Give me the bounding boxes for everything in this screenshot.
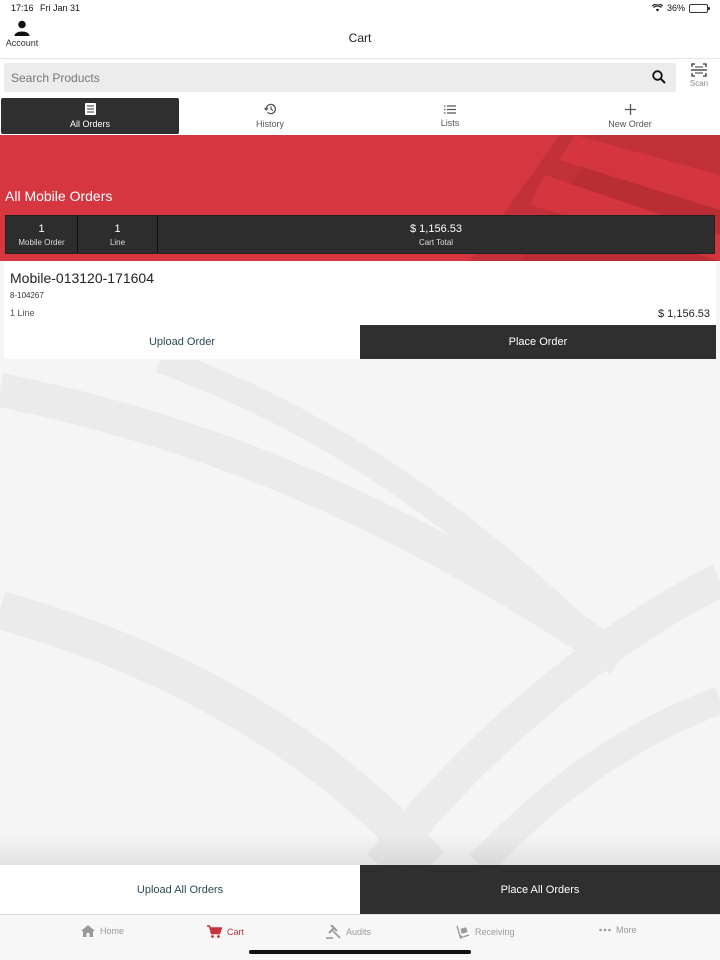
search-row: Scan	[0, 59, 720, 97]
dolly-icon	[456, 925, 470, 939]
stat-label: Line	[109, 237, 126, 247]
bottom-nav: Home Cart Audits Receiving More	[0, 914, 720, 960]
scan-label: Scan	[689, 79, 709, 88]
order-id: 8-104267	[10, 291, 44, 300]
nav-label: Receiving	[475, 927, 515, 937]
list-doc-icon	[84, 103, 96, 115]
order-lines: 1 Line	[10, 308, 35, 318]
upload-all-orders-button[interactable]: Upload All Orders	[0, 865, 360, 914]
status-date: Fri Jan 31	[40, 3, 81, 13]
nav-label: Cart	[227, 926, 245, 937]
bottom-shadow	[0, 835, 720, 865]
stat-mobile-order: 1 Mobile Order	[6, 216, 78, 253]
nav-label: Home	[100, 926, 125, 936]
status-bar: 17:16 Fri Jan 31 36%	[0, 0, 720, 16]
stats-bar: 1 Mobile Order 1 Line $ 1,156.53 Cart To…	[5, 215, 715, 254]
page-title: Cart	[348, 31, 372, 45]
status-time: 17:16	[11, 3, 34, 13]
status-right: 36%	[651, 3, 710, 13]
nav-audits[interactable]: Audits	[326, 925, 371, 939]
tab-lists[interactable]: Lists	[360, 97, 540, 135]
stat-value: 1	[114, 222, 121, 235]
home-indicator[interactable]	[249, 950, 471, 954]
nav-label: More	[616, 925, 637, 935]
battery-percent: 36%	[666, 3, 685, 13]
stat-label: Cart Total	[418, 237, 454, 247]
nav-more[interactable]: More	[599, 925, 637, 935]
gavel-icon	[326, 925, 341, 939]
tab-label: All Orders	[69, 119, 110, 129]
place-all-orders-button[interactable]: Place All Orders	[360, 865, 720, 914]
place-order-button[interactable]: Place Order	[360, 325, 716, 359]
stat-value: 1	[38, 222, 45, 235]
home-icon	[81, 925, 95, 937]
battery-icon	[689, 3, 710, 13]
tab-label: New Order	[608, 118, 652, 129]
nav-label: Audits	[346, 927, 372, 937]
order-actions: Upload Order Place Order	[4, 325, 716, 359]
order-tabs: All Orders History Lists New Order	[0, 97, 720, 135]
tab-history[interactable]: History	[180, 97, 360, 135]
wifi-icon	[651, 4, 663, 12]
lines-icon	[444, 104, 456, 114]
stat-cart-total: $ 1,156.53 Cart Total	[158, 216, 714, 253]
bottom-actions: Upload All Orders Place All Orders	[0, 865, 720, 914]
order-total: $ 1,156.53	[658, 308, 710, 320]
nav-receiving[interactable]: Receiving	[456, 925, 515, 939]
more-icon	[599, 928, 611, 932]
barcode-scan-icon	[691, 63, 707, 77]
banner-title: All Mobile Orders	[5, 188, 113, 204]
search-icon[interactable]	[652, 70, 666, 84]
cart-icon	[207, 925, 222, 938]
app-header: Account Cart	[0, 16, 720, 59]
order-card[interactable]: Mobile-013120-171604 8-104267 1 Line $ 1…	[4, 262, 716, 325]
tab-new-order[interactable]: New Order	[540, 97, 720, 135]
history-icon	[263, 103, 276, 115]
scan-button[interactable]: Scan	[686, 63, 712, 88]
plus-icon	[624, 103, 636, 115]
nav-home[interactable]: Home	[81, 925, 124, 937]
nav-cart[interactable]: Cart	[207, 925, 244, 938]
search-box	[4, 63, 676, 92]
stat-line: 1 Line	[78, 216, 158, 253]
tab-all-orders[interactable]: All Orders	[1, 98, 179, 134]
tab-label: Lists	[440, 117, 460, 128]
tab-label: History	[255, 119, 284, 129]
stat-label: Mobile Order	[18, 237, 65, 247]
search-input[interactable]	[4, 63, 624, 92]
background-decoration	[0, 360, 720, 865]
upload-order-button[interactable]: Upload Order	[4, 325, 360, 359]
stat-value: $ 1,156.53	[410, 222, 462, 235]
order-name: Mobile-013120-171604	[10, 270, 154, 286]
